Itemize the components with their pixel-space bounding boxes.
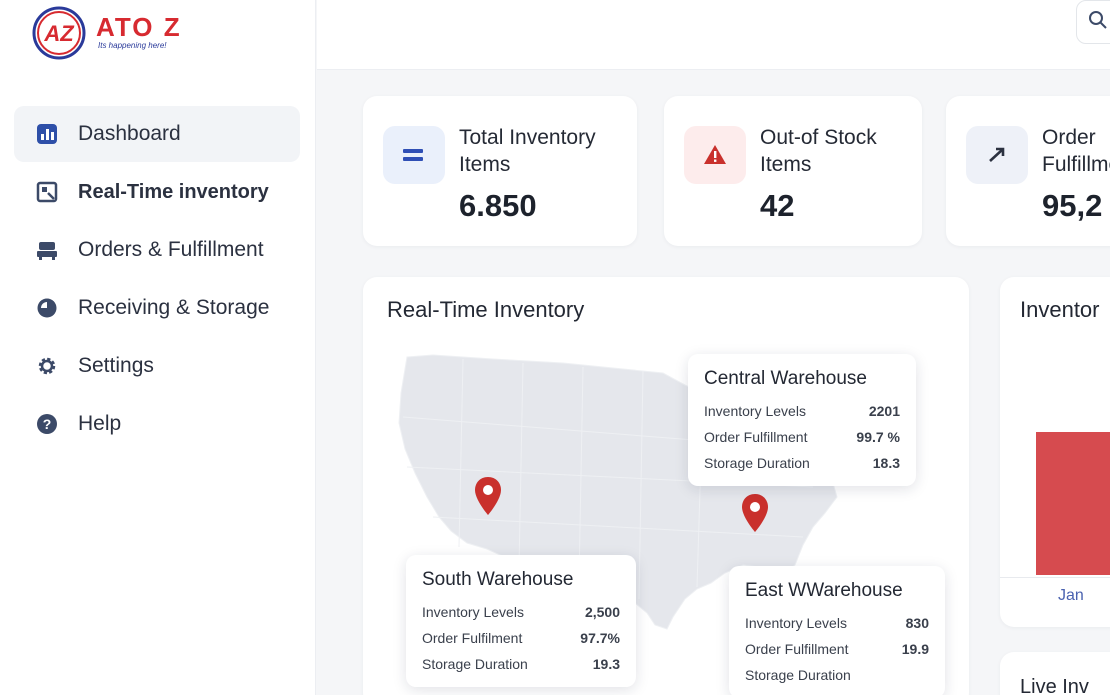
warehouse-name: Central Warehouse: [704, 368, 867, 389]
sidebar-item-label: Real-Time inventory: [78, 180, 269, 203]
warehouse-stat-row: Inventory Levels 2201: [704, 403, 900, 419]
sidebar-nav: Dashboard Real-Time inventory Orders & F…: [0, 106, 316, 454]
warehouse-popup-south[interactable]: South Warehouse Inventory Levels 2,500 Or…: [406, 555, 636, 687]
map-pin-icon[interactable]: [740, 492, 770, 534]
truck-icon: [34, 237, 60, 263]
sidebar-item-label: Receiving & Storage: [78, 296, 270, 319]
stat-value: 6.850: [459, 188, 537, 223]
sidebar-item-settings[interactable]: Settings: [14, 338, 300, 394]
warehouse-popup-east[interactable]: East WWarehouse Inventory Levels 830 Orde…: [729, 566, 945, 695]
warehouse-name: South Warehouse: [422, 569, 574, 590]
chart-bar-jan[interactable]: [1036, 432, 1110, 575]
svg-text:AZ: AZ: [43, 21, 75, 46]
map-pin-icon[interactable]: [473, 475, 503, 517]
sidebar-item-receiving-storage[interactable]: Receiving & Storage: [14, 280, 300, 336]
bar-chart-icon: [34, 121, 60, 147]
warehouse-stat-row: Inventory Levels 830: [745, 615, 929, 631]
sidebar-item-help[interactable]: ? Help: [14, 396, 300, 452]
warehouse-name: East WWarehouse: [745, 580, 903, 601]
help-icon: ?: [34, 411, 60, 437]
warehouse-stat-row: Order Fulfilment 97.7%: [422, 630, 620, 646]
equals-icon: [383, 126, 445, 184]
brand-tagline: Its happening here!: [98, 40, 167, 50]
stat-card-order-fulfillment[interactable]: Order Fulfillment 95,2: [946, 96, 1110, 246]
warehouse-stat-row: Storage Duration 18.3: [704, 455, 900, 471]
brand-logo[interactable]: AZ ATO Z Its happening here!: [30, 2, 182, 60]
trend-up-icon: [966, 126, 1028, 184]
stat-card-out-of-stock[interactable]: Out-of Stock Items 42: [664, 96, 922, 246]
sidebar: AZ ATO Z Its happening here! Dashboard R…: [0, 0, 316, 695]
stat-title: Total Inventory Items: [459, 126, 596, 176]
top-bar: [317, 0, 1110, 70]
live-inventory-title: Live Inv: [1020, 676, 1089, 695]
warehouse-stat-row: Storage Duration: [745, 667, 851, 683]
warehouse-stat-row: Order Fulfillment 99.7 %: [704, 429, 900, 445]
real-time-inventory-map-card: Real-Time Inventory Central Warehouse In…: [363, 277, 969, 695]
logo-mark-icon: AZ: [30, 2, 88, 60]
warning-icon: [684, 126, 746, 184]
sidebar-item-label: Help: [78, 412, 122, 435]
chart-x-label: Jan: [1058, 587, 1084, 604]
stat-title: Order Fulfillment: [1042, 126, 1110, 176]
sidebar-item-real-time-inventory[interactable]: Real-Time inventory: [14, 164, 300, 220]
inventory-chart-title: Inventor: [1020, 297, 1100, 322]
stat-card-total-inventory[interactable]: Total Inventory Items 6.850: [363, 96, 637, 246]
warehouse-stat-row: Order Fulfillment 19.9: [745, 641, 929, 657]
sidebar-item-label: Dashboard: [78, 122, 181, 145]
warehouse-popup-central[interactable]: Central Warehouse Inventory Levels 2201 O…: [688, 354, 916, 486]
sidebar-item-label: Orders & Fulfillment: [78, 238, 264, 261]
chart-baseline: [1000, 577, 1110, 578]
inventory-icon: [34, 179, 60, 205]
sidebar-item-dashboard[interactable]: Dashboard: [14, 106, 300, 162]
inventory-chart-card: Inventor Jan: [1000, 277, 1110, 627]
sidebar-item-orders-fulfillment[interactable]: Orders & Fulfillment: [14, 222, 300, 278]
live-inventory-card: Live Inv: [1000, 652, 1110, 695]
stat-value: 42: [760, 188, 795, 223]
warehouse-stat-row: Storage Duration 19.3: [422, 656, 620, 672]
search-icon: [1088, 10, 1108, 35]
search-button[interactable]: [1076, 0, 1110, 44]
storage-icon: [34, 295, 60, 321]
gear-icon: [34, 353, 60, 379]
stat-title: Out-of Stock Items: [760, 126, 877, 176]
sidebar-item-label: Settings: [78, 354, 154, 377]
warehouse-stat-row: Inventory Levels 2,500: [422, 604, 620, 620]
brand-name: ATO Z: [96, 11, 182, 42]
svg-text:?: ?: [43, 416, 52, 432]
stat-value: 95,2: [1042, 188, 1103, 223]
